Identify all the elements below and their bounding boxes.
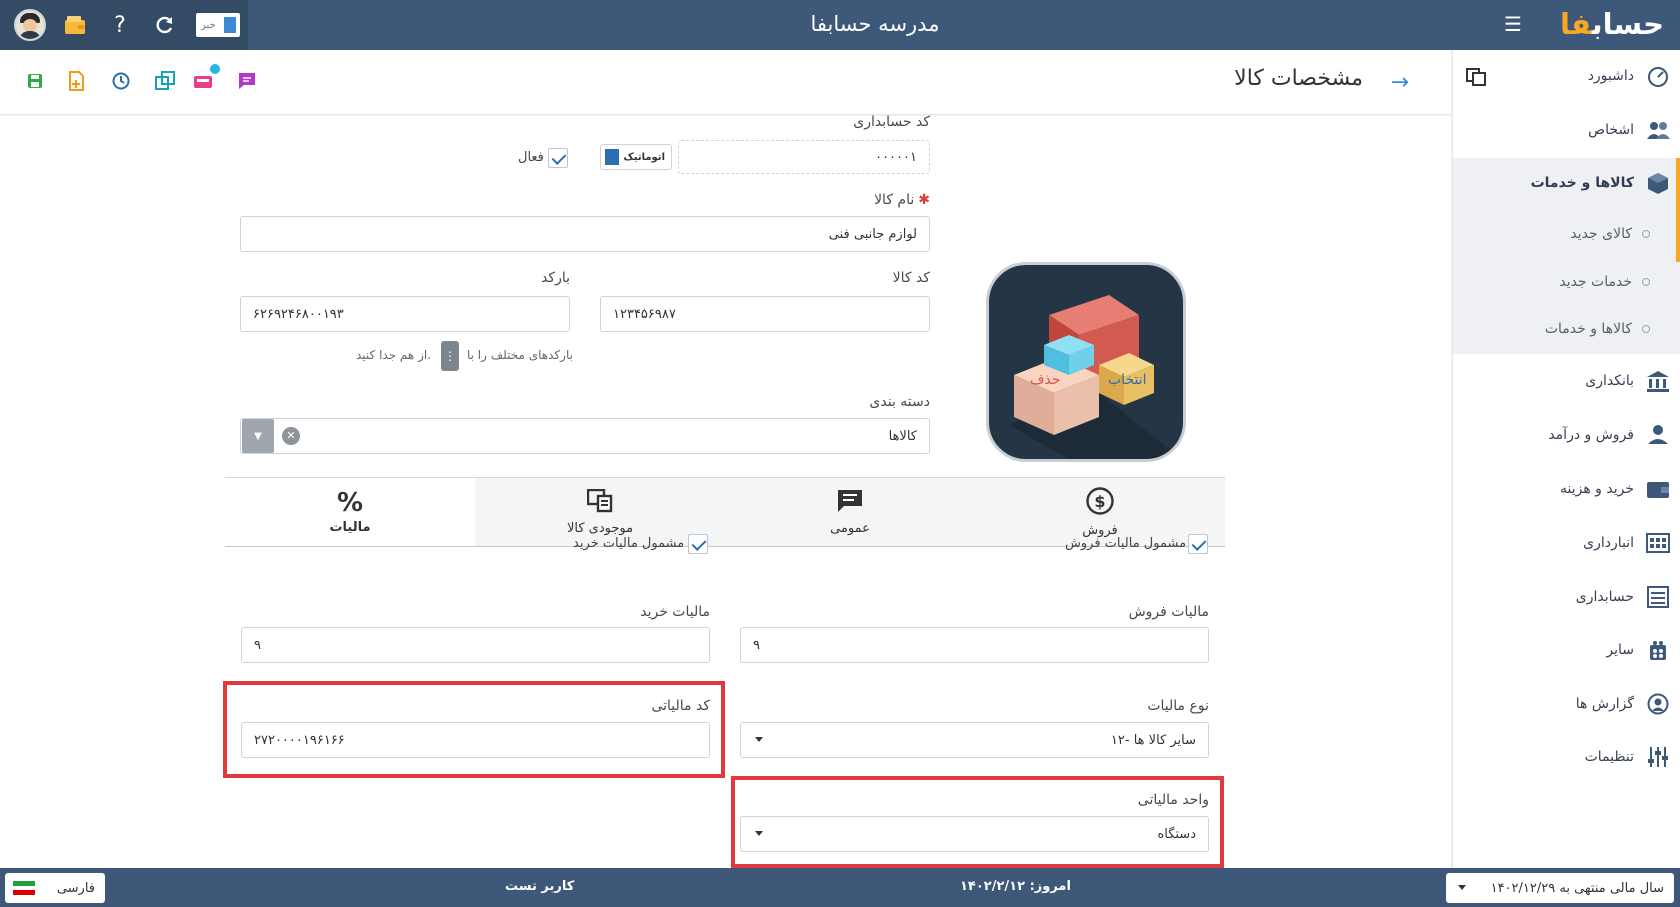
product-name-input[interactable]: لوازم جانبی فنی xyxy=(240,216,930,252)
news-label: خبر xyxy=(201,19,216,31)
settings-icon xyxy=(1646,745,1670,769)
people-icon xyxy=(1646,118,1670,142)
clear-category-icon[interactable]: ✕ xyxy=(282,427,300,445)
top-bar: ? خبر مدرسه حسابفا ☰ حسابفا xyxy=(0,0,1680,50)
app-title: مدرسه حسابفا xyxy=(810,12,940,36)
content-area: کد حسابداری ۰۰۰۰۰۱ اتوماتیک فعال نام کال… xyxy=(0,114,1451,868)
purchase-tax-checkbox[interactable] xyxy=(688,534,708,554)
purchase-tax-check-label: مشمول مالیات خرید xyxy=(573,536,685,551)
ledger-icon xyxy=(1646,585,1670,609)
sidebar-item-settings[interactable]: تنظیمات xyxy=(1460,737,1670,777)
chevron-down-icon xyxy=(755,831,763,836)
fiscal-year-select[interactable]: سال مالی منتهی به ۱۴۰۲/۱۲/۲۹ xyxy=(1446,873,1674,903)
sidebar-item-accounting[interactable]: حسابداری xyxy=(1460,577,1670,617)
category-label: دسته بندی xyxy=(869,394,930,410)
sales-tax-checkbox[interactable] xyxy=(1188,534,1208,554)
dashboard-icon xyxy=(1646,64,1670,88)
active-label: فعال xyxy=(518,150,544,165)
tax-unit-label: واحد مالیاتی xyxy=(1137,792,1209,808)
tax-type-label: نوع مالیات xyxy=(1147,698,1209,714)
sidebar-sub-products-services[interactable]: کالاها و خدمات xyxy=(1460,311,1650,347)
sidebar-sub-new-service[interactable]: خدمات جدید xyxy=(1460,264,1650,300)
refresh-icon[interactable] xyxy=(150,10,180,40)
help-icon[interactable]: ? xyxy=(105,10,135,40)
content-header: مشخصات کالا → xyxy=(0,50,1451,115)
wallet-icon[interactable] xyxy=(60,10,90,40)
sidebar-item-products[interactable]: کالاها و خدمات xyxy=(1460,163,1670,203)
sidebar-item-other[interactable]: سایر xyxy=(1460,630,1670,670)
barcode-separator-icon: ⋮ xyxy=(441,341,459,371)
chevron-down-icon xyxy=(1458,885,1466,890)
active-checkbox[interactable] xyxy=(548,148,568,168)
top-toolbar: ? خبر xyxy=(0,0,248,50)
select-image-link[interactable]: انتخاب xyxy=(1108,372,1147,388)
barcode-hint-post: از هم جدا کنید. xyxy=(356,348,432,362)
delete-image-link[interactable]: حذف xyxy=(1030,372,1061,388)
sales-tax-check-label: مشمول مالیات فروش xyxy=(1065,536,1187,551)
tax-code-input[interactable]: ۲۷۲۰۰۰۰۱۹۶۱۶۶ xyxy=(241,722,710,758)
category-dropdown-button[interactable]: ▼ xyxy=(242,419,274,453)
product-name-label: نام کالا ✱ xyxy=(874,192,930,208)
barcode-label: بارکد xyxy=(541,270,570,286)
inventory-icon xyxy=(586,488,613,517)
page-title: مشخصات کالا xyxy=(1234,66,1363,91)
save-icon[interactable] xyxy=(22,68,48,94)
comment-icon xyxy=(837,489,863,517)
wallet-icon xyxy=(1646,477,1670,501)
sales-tax-label: مالیات فروش xyxy=(1128,604,1209,620)
barcode-input[interactable]: ۶۲۶۹۲۴۶۸۰۰۱۹۳ xyxy=(240,296,570,332)
hamburger-menu-icon[interactable]: ☰ xyxy=(1500,12,1526,38)
sales-tax-input[interactable]: ۹ xyxy=(740,627,1209,663)
hesabfa-logo: حسابفا xyxy=(1560,7,1664,41)
message-icon[interactable] xyxy=(234,68,260,94)
percent-icon: % xyxy=(336,487,364,518)
bank-icon xyxy=(1646,369,1670,393)
sidebar-sub-new-product[interactable]: کالای جدید xyxy=(1460,216,1650,252)
tab-tax[interactable]: % مالیات xyxy=(225,478,475,546)
tax-code-label: کد مالیاتی xyxy=(651,698,710,714)
sidebar-item-dashboard[interactable]: داشبورد xyxy=(1460,56,1670,96)
accounting-code-input[interactable]: ۰۰۰۰۰۱ xyxy=(678,140,930,174)
back-arrow-icon[interactable]: → xyxy=(1391,70,1409,95)
history-icon[interactable] xyxy=(108,68,134,94)
auto-code-toggle[interactable]: اتوماتیک xyxy=(600,144,672,170)
news-button[interactable]: خبر xyxy=(196,13,240,37)
accounting-code-label: کد حسابداری xyxy=(853,114,930,130)
svg-text:$: $ xyxy=(1094,492,1105,511)
tax-unit-select[interactable]: دستگاه xyxy=(740,816,1209,852)
product-image xyxy=(986,262,1186,462)
other-icon xyxy=(1646,638,1670,662)
sidebar-toggle-icon[interactable] xyxy=(1466,68,1486,88)
report-icon xyxy=(1646,692,1670,716)
box-icon xyxy=(1646,171,1670,195)
product-code-input[interactable]: ۱۲۳۴۵۶۹۸۷ xyxy=(600,296,930,332)
sidebar-item-people[interactable]: اشخاص xyxy=(1460,110,1670,150)
language-selector[interactable]: فارسی xyxy=(5,873,105,903)
sidebar-item-purchase[interactable]: خرید و هزینه xyxy=(1460,469,1670,509)
chevron-down-icon xyxy=(755,737,763,742)
category-select[interactable]: کالاها xyxy=(240,418,930,454)
dollar-icon: $ xyxy=(1086,486,1114,519)
barcode-hint-pre: بارکدهای مختلف را با xyxy=(467,348,573,362)
notification-badge xyxy=(210,64,220,74)
sidebar-item-sales[interactable]: فروش و درآمد xyxy=(1460,415,1670,455)
tab-general[interactable]: عمومی xyxy=(725,478,975,546)
sidebar: داشبورد اشخاص کالاها و خدمات کالای جدید … xyxy=(1452,50,1680,868)
today-date: امروز: ۱۴۰۲/۲/۱۲ xyxy=(960,879,1071,894)
sidebar-item-banking[interactable]: بانکداری xyxy=(1460,361,1670,401)
product-code-label: کد کالا xyxy=(892,270,930,286)
sidebar-item-reports[interactable]: گزارش ها xyxy=(1460,684,1670,724)
purchase-tax-input[interactable]: ۹ xyxy=(241,627,710,663)
sidebar-item-warehouse[interactable]: انبارداری xyxy=(1460,523,1670,563)
user-avatar[interactable] xyxy=(14,9,46,41)
add-document-icon[interactable] xyxy=(64,68,90,94)
current-user: کاربر تست xyxy=(505,879,575,894)
warehouse-icon xyxy=(1646,531,1670,555)
iran-flag-icon xyxy=(13,881,35,896)
tax-type-select[interactable]: ۱۲- سایر کالا ها xyxy=(740,722,1209,758)
sales-icon xyxy=(1646,423,1670,447)
copy-icon[interactable] xyxy=(152,68,178,94)
status-bar: فارسی کاربر تست امروز: ۱۴۰۲/۲/۱۲ سال مال… xyxy=(0,868,1680,907)
purchase-tax-label: مالیات خرید xyxy=(640,604,710,620)
